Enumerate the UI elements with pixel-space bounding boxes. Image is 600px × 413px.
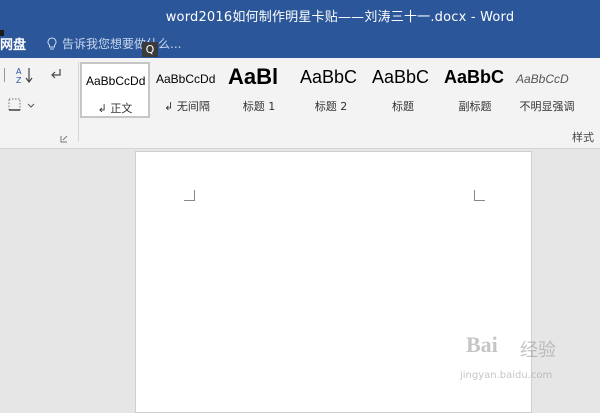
style-label: 副标题 <box>458 100 492 113</box>
style-label: 标题 1 <box>242 100 276 113</box>
style-sample: AaBbC <box>300 67 358 87</box>
divider <box>4 68 7 82</box>
style-sample: AaBbC <box>372 67 430 87</box>
watermark-text: 经验 <box>520 340 556 361</box>
style-subtitle[interactable]: AaBbC 副标题 <box>440 62 510 118</box>
window-title: word2016如何制作明星卡贴——刘涛三十一.docx - Word <box>165 10 515 25</box>
keytip-badge: Q <box>142 42 158 57</box>
group-divider <box>78 62 79 142</box>
style-heading-2[interactable]: AaBbC 标题 2 <box>296 62 366 118</box>
tell-me-placeholder: 告诉我您想要做什么... <box>62 37 182 51</box>
styles-gallery: AaBbCcDd ↲ 正文 AaBbCcDd ↲ 无间隔 AaBl 标题 1 A… <box>80 62 600 118</box>
style-subtle-emphasis[interactable]: AaBbCcD 不明显强调 <box>512 62 582 118</box>
margin-corner-mark <box>474 190 485 201</box>
styles-group-label: 样式 <box>572 131 594 144</box>
sort-az-icon[interactable]: A Z <box>16 66 36 84</box>
tell-me-box[interactable]: 告诉我您想要做什么... <box>46 35 181 52</box>
style-label: ↲ 正文 <box>97 102 133 115</box>
borders-icon[interactable] <box>8 98 36 112</box>
tab-indicator <box>0 30 4 36</box>
title-bar: word2016如何制作明星卡贴——刘涛三十一.docx - Word <box>0 0 600 30</box>
margin-corner-mark <box>184 190 195 201</box>
svg-text:A: A <box>16 67 22 76</box>
style-label: ↲ 无间隔 <box>164 100 210 113</box>
watermark-logo: Bai <box>466 332 498 357</box>
ribbon-tab-strip: 网盘 告诉我您想要做什么... <box>0 30 600 58</box>
pilcrow-icon[interactable] <box>48 66 64 82</box>
ribbon-home: A Z AaBbCcDd ↲ 正文 AaBbCcDd ↲ 无间隔 AaBl 标题… <box>0 58 600 149</box>
style-normal[interactable]: AaBbCcDd ↲ 正文 <box>80 62 150 118</box>
style-sample: AaBl <box>228 64 279 89</box>
style-sample: AaBbCcDd <box>156 72 216 86</box>
style-title[interactable]: AaBbC 标题 <box>368 62 438 118</box>
style-no-spacing[interactable]: AaBbCcDd ↲ 无间隔 <box>152 62 222 118</box>
style-sample: AaBbC <box>444 67 505 87</box>
svg-text:Z: Z <box>16 76 22 84</box>
dialog-launcher-icon[interactable] <box>60 135 68 143</box>
paragraph-group: A Z <box>0 58 72 148</box>
style-label: 不明显强调 <box>519 100 575 113</box>
watermark-url: jingyan.baidu.com <box>460 370 553 381</box>
style-sample: AaBbCcDd <box>86 74 146 88</box>
style-heading-1[interactable]: AaBl 标题 1 <box>224 62 294 118</box>
style-label: 标题 2 <box>314 100 348 113</box>
style-label: 标题 <box>392 100 414 113</box>
watermark: Bai 经验 jingyan.baidu.com <box>458 330 598 400</box>
tab-netdisk[interactable]: 网盘 <box>0 34 26 53</box>
style-sample: AaBbCcD <box>516 72 569 86</box>
lightbulb-icon <box>47 36 57 49</box>
